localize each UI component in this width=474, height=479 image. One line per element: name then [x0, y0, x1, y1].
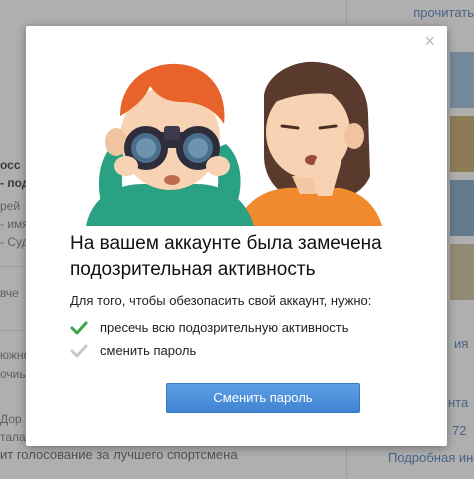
checkmark-icon — [70, 344, 88, 357]
girl-figure — [236, 61, 382, 226]
binoculars-illustration — [86, 61, 382, 226]
dialog-subtitle: Для того, чтобы обезопасить свой аккаунт… — [70, 293, 372, 308]
change-password-button[interactable]: Сменить пароль — [166, 383, 360, 413]
dialog-title: На вашем аккаунте была замечена подозрит… — [70, 233, 382, 280]
security-alert-dialog: × На вашем аккаунте была замечена подозр… — [26, 26, 447, 446]
step-label: пресечь всю подозрительную активность — [100, 320, 349, 335]
close-icon[interactable]: × — [424, 32, 435, 50]
checkmark-icon — [70, 321, 88, 334]
boy-figure — [86, 63, 254, 226]
step-label: сменить пароль — [100, 343, 197, 358]
step-item-done: пресечь всю подозрительную активность — [70, 320, 349, 335]
step-item-pending: сменить пароль — [70, 343, 196, 358]
